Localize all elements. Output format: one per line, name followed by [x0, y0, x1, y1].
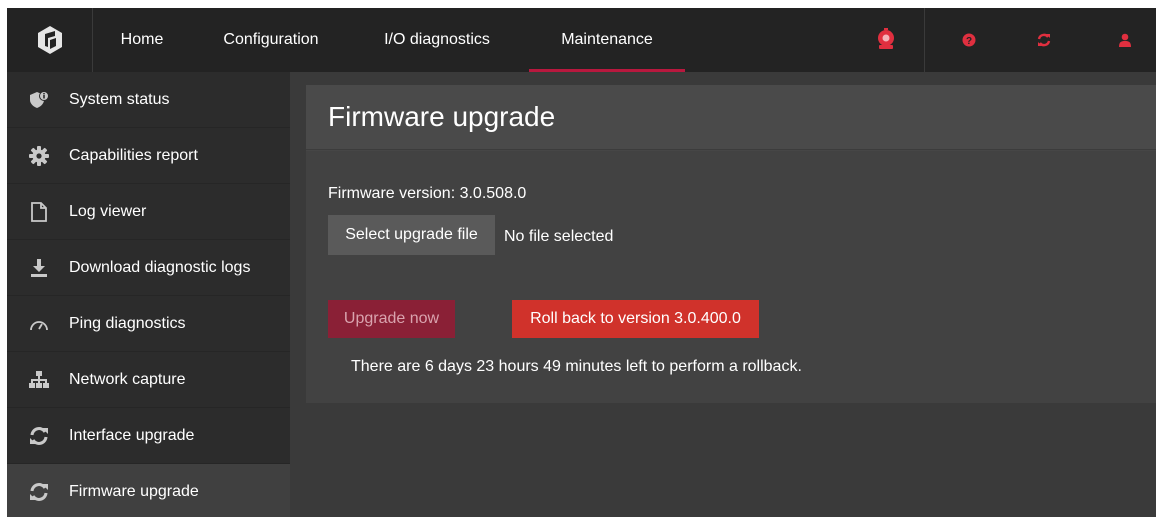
sidebar-item-log-viewer[interactable]: Log viewer	[7, 184, 290, 240]
top-navigation-bar: Home Configuration I/O diagnostics Maint…	[7, 8, 1156, 72]
sidebar-item-label: Ping diagnostics	[69, 314, 186, 332]
firmware-upgrade-panel: Firmware upgrade Firmware version: 3.0.5…	[306, 85, 1156, 403]
gear-icon	[24, 128, 54, 184]
download-icon	[24, 240, 54, 296]
file-status-text: No file selected	[504, 228, 614, 245]
sidebar-item-label: Log viewer	[69, 202, 147, 220]
nav-configuration[interactable]: Configuration	[211, 8, 331, 72]
sidebar-item-label: Capabilities report	[69, 146, 198, 164]
rollback-time-message: There are 6 days 23 hours 49 minutes lef…	[351, 358, 802, 375]
sidebar-item-capabilities-report[interactable]: Capabilities report	[7, 128, 290, 184]
sidebar-item-label: Download diagnostic logs	[69, 258, 251, 276]
refresh-icon	[1037, 33, 1051, 47]
firmware-version-label: Firmware version: 3.0.508.0	[328, 185, 527, 202]
sidebar-item-label: Firmware upgrade	[69, 482, 199, 500]
shield-info-icon	[24, 72, 54, 128]
nav-maintenance[interactable]: Maintenance	[529, 8, 685, 72]
sidebar-item-label: Interface upgrade	[69, 426, 195, 444]
nav-io-diagnostics[interactable]: I/O diagnostics	[367, 8, 507, 72]
upgrade-now-button[interactable]: Upgrade now	[328, 300, 455, 338]
sidebar-item-label: Network capture	[69, 370, 186, 388]
logo[interactable]	[7, 8, 93, 72]
user-icon	[1119, 33, 1131, 47]
refresh-button[interactable]	[1027, 8, 1061, 72]
alarm-button[interactable]	[847, 8, 925, 72]
gauge-icon	[24, 296, 54, 352]
user-menu-button[interactable]	[1107, 8, 1143, 72]
network-icon	[24, 352, 54, 408]
sidebar-item-system-status[interactable]: System status	[7, 72, 290, 128]
sidebar-item-network-capture[interactable]: Network capture	[7, 352, 290, 408]
help-button[interactable]: ?	[952, 8, 986, 72]
panel-header: Firmware upgrade	[306, 85, 1156, 150]
brand-logo-icon	[37, 26, 62, 54]
page-title: Firmware upgrade	[328, 101, 556, 132]
sidebar-item-interface-upgrade[interactable]: Interface upgrade	[7, 408, 290, 464]
nav-home-label: Home	[120, 31, 164, 48]
panel-body: Firmware version: 3.0.508.0 Select upgra…	[306, 151, 1156, 403]
nav-configuration-label: Configuration	[223, 31, 319, 48]
select-upgrade-file-button[interactable]: Select upgrade file	[328, 215, 495, 255]
sidebar: System status Capabilities report Log vi…	[7, 72, 290, 517]
sidebar-item-label: System status	[69, 90, 170, 108]
alarm-bell-icon	[877, 28, 894, 49]
roll-back-button[interactable]: Roll back to version 3.0.400.0	[512, 300, 759, 338]
sidebar-item-firmware-upgrade[interactable]: Firmware upgrade	[7, 464, 290, 517]
nav-io-diagnostics-label: I/O diagnostics	[384, 31, 490, 48]
help-icon: ?	[962, 33, 976, 47]
sidebar-item-download-logs[interactable]: Download diagnostic logs	[7, 240, 290, 296]
svg-text:?: ?	[966, 36, 972, 47]
refresh-icon	[24, 464, 54, 517]
nav-home[interactable]: Home	[93, 8, 191, 72]
main-content: Firmware upgrade Firmware version: 3.0.5…	[290, 72, 1156, 517]
document-icon	[24, 184, 54, 240]
refresh-icon	[24, 408, 54, 464]
sidebar-item-ping-diagnostics[interactable]: Ping diagnostics	[7, 296, 290, 352]
app-frame: Home Configuration I/O diagnostics Maint…	[7, 8, 1156, 517]
nav-maintenance-label: Maintenance	[561, 31, 653, 48]
